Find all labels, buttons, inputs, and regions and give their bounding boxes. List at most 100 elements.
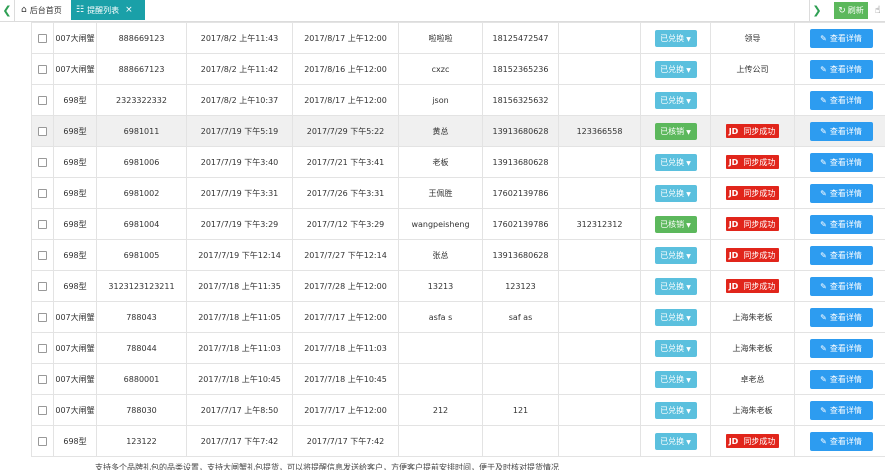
- status-dropdown-button[interactable]: 已兑换 ▼: [654, 277, 697, 295]
- row-checkbox[interactable]: [38, 405, 47, 415]
- row-checkbox[interactable]: [38, 343, 47, 353]
- view-detail-button[interactable]: ✎ 查看详情: [809, 245, 873, 265]
- view-detail-button[interactable]: ✎ 查看详情: [809, 28, 873, 48]
- jd-sync-label: 同步成功: [743, 436, 776, 446]
- status-dropdown-button[interactable]: 已兑换 ▼: [654, 60, 697, 78]
- refresh-icon: ↻: [838, 5, 846, 16]
- pencil-icon: ✎: [820, 374, 827, 384]
- row-checkbox[interactable]: [38, 374, 47, 384]
- view-detail-button[interactable]: ✎ 查看详情: [809, 90, 873, 110]
- row-checkbox-cell: [31, 146, 54, 178]
- view-detail-button[interactable]: ✎ 查看详情: [809, 276, 873, 296]
- row-checkbox-cell: [31, 363, 54, 395]
- customer-name-cell: [398, 363, 483, 395]
- row-checkbox-cell: [31, 208, 54, 240]
- extra-cell: [558, 425, 641, 457]
- pencil-icon: ✎: [820, 219, 827, 229]
- view-detail-button[interactable]: ✎ 查看详情: [809, 431, 873, 451]
- table-row: 698型 6981004 2017/7/19 下午3:29 2017/7/12 下午3…: [31, 208, 885, 240]
- jd-sync-badge: JD 同步成功: [725, 186, 780, 200]
- remind-time-cell: 2017/7/27 下午12:14: [292, 239, 399, 271]
- view-detail-button[interactable]: ✎ 查看详情: [809, 307, 873, 327]
- row-checkbox[interactable]: [38, 95, 47, 105]
- table-row: 698型 6981006 2017/7/19 下午3:40 2017/7/21 下午3…: [31, 146, 885, 178]
- type-cell: 007大闸蟹: [53, 363, 97, 395]
- type-cell: 698型: [53, 84, 97, 116]
- status-dropdown-button[interactable]: 已兑换 ▼: [654, 308, 697, 326]
- table-row: 007大闸蟹 6880001 2017/7/18 上午10:45 2017/7/18 …: [31, 363, 885, 395]
- status-dropdown-button[interactable]: 已核销 ▼: [654, 215, 697, 233]
- reminder-table: 007大闸蟹 888669123 2017/8/2 上午11:43 2017/8/17…: [31, 22, 885, 457]
- remind-time-cell: 2017/7/29 下午5:22: [292, 115, 399, 147]
- status-dropdown-button[interactable]: 已兑换 ▼: [654, 153, 697, 171]
- note-cell: 上海朱老板: [710, 301, 795, 333]
- row-checkbox-cell: [31, 115, 54, 147]
- extra-cell: [558, 270, 641, 302]
- table-row: 007大闸蟹 888667123 2017/8/2 上午11:42 2017/8/16…: [31, 53, 885, 85]
- row-checkbox[interactable]: [38, 312, 47, 322]
- view-detail-button[interactable]: ✎ 查看详情: [809, 152, 873, 172]
- status-dropdown-button[interactable]: 已兑换 ▼: [654, 339, 697, 357]
- type-cell: 698型: [53, 115, 97, 147]
- view-detail-button[interactable]: ✎ 查看详情: [809, 121, 873, 141]
- status-dropdown-button[interactable]: 已兑换 ▼: [654, 184, 697, 202]
- status-cell: 已核销 ▼: [640, 208, 711, 240]
- view-detail-button[interactable]: ✎ 查看详情: [809, 369, 873, 389]
- extra-cell: [558, 146, 641, 178]
- status-dropdown-button[interactable]: 已核销 ▼: [654, 122, 697, 140]
- row-checkbox[interactable]: [38, 126, 47, 136]
- close-icon[interactable]: ×: [125, 5, 133, 15]
- status-cell: 已兑换 ▼: [640, 146, 711, 178]
- row-checkbox[interactable]: [38, 64, 47, 74]
- note-cell: 上海朱老板: [710, 394, 795, 426]
- refresh-button[interactable]: ↻ 刷新: [834, 2, 868, 19]
- home-icon: ⌂: [21, 5, 27, 15]
- remind-time-cell: 2017/7/17 上午12:00: [292, 301, 399, 333]
- hand-icon[interactable]: ☝: [870, 0, 885, 21]
- view-detail-label: 查看详情: [829, 343, 862, 353]
- view-detail-button[interactable]: ✎ 查看详情: [809, 183, 873, 203]
- status-cell: 已兑换 ▼: [640, 425, 711, 457]
- row-checkbox-cell: [31, 270, 54, 302]
- row-checkbox[interactable]: [38, 157, 47, 167]
- status-label: 已兑换: [660, 374, 685, 384]
- caret-down-icon: ▼: [686, 190, 691, 198]
- note-cell: JD 同步成功: [710, 208, 795, 240]
- phone-cell: saf as: [482, 301, 559, 333]
- status-dropdown-button[interactable]: 已兑换 ▼: [654, 401, 697, 419]
- code-cell: 2323322332: [96, 84, 187, 116]
- remind-time-cell: 2017/7/17 下午7:42: [292, 425, 399, 457]
- status-dropdown-button[interactable]: 已兑换 ▼: [654, 29, 697, 47]
- row-checkbox[interactable]: [38, 33, 47, 43]
- view-detail-button[interactable]: ✎ 查看详情: [809, 338, 873, 358]
- created-time-cell: 2017/8/2 上午10:37: [186, 84, 293, 116]
- status-cell: 已兑换 ▼: [640, 363, 711, 395]
- status-dropdown-button[interactable]: 已兑换 ▼: [654, 91, 697, 109]
- table-row: 698型 123122 2017/7/17 下午7:42 2017/7/17 下午7:…: [31, 425, 885, 457]
- status-dropdown-button[interactable]: 已兑换 ▼: [654, 370, 697, 388]
- row-checkbox[interactable]: [38, 188, 47, 198]
- jd-logo: JD: [728, 281, 739, 291]
- tab-reminder-list[interactable]: ☷ 提醒列表 ×: [71, 0, 145, 20]
- created-time-cell: 2017/7/18 上午11:03: [186, 332, 293, 364]
- type-cell: 698型: [53, 146, 97, 178]
- view-detail-button[interactable]: ✎ 查看详情: [809, 400, 873, 420]
- jd-logo: JD: [728, 157, 739, 167]
- status-dropdown-button[interactable]: 已兑换 ▼: [654, 246, 697, 264]
- status-dropdown-button[interactable]: 已兑换 ▼: [654, 432, 697, 450]
- row-checkbox[interactable]: [38, 436, 47, 446]
- pencil-icon: ✎: [820, 281, 827, 291]
- row-checkbox[interactable]: [38, 219, 47, 229]
- tab-scroll-left-button[interactable]: ❮: [0, 0, 15, 21]
- note-cell: [710, 84, 795, 116]
- view-detail-button[interactable]: ✎ 查看详情: [809, 214, 873, 234]
- row-checkbox[interactable]: [38, 250, 47, 260]
- tab-home[interactable]: ⌂ 后台首页: [16, 0, 79, 20]
- row-checkbox-cell: [31, 177, 54, 209]
- row-checkbox[interactable]: [38, 281, 47, 291]
- pencil-icon: ✎: [820, 126, 827, 136]
- jd-sync-badge: JD 同步成功: [725, 248, 780, 262]
- tab-scroll-right-button[interactable]: ❯: [809, 0, 824, 21]
- status-label: 已兑换: [660, 64, 685, 74]
- view-detail-button[interactable]: ✎ 查看详情: [809, 59, 873, 79]
